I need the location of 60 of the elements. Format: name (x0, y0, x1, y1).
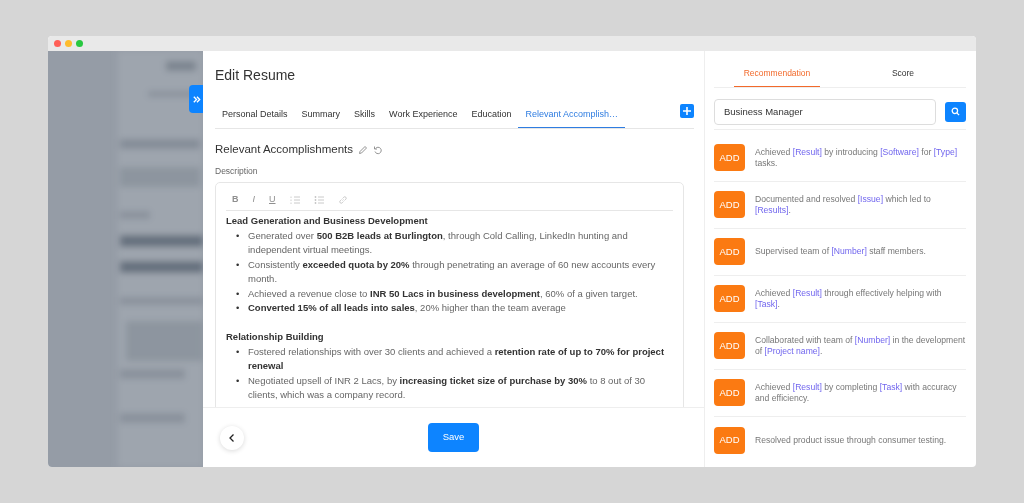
bullet-text: Achieved a revenue close to INR 50 Lacs in business development, 60% of a given target. (248, 286, 638, 301)
bullet-list-icon[interactable] (313, 194, 324, 205)
recommendation-text: Collaborated with team of [Number] in the development of [Project name]. (755, 334, 966, 357)
recommendation-text: Resolved product issue through consumer testing. (755, 434, 947, 446)
ordered-list-icon[interactable] (289, 194, 300, 205)
bullet-text: Generated over 500 B2B leads at Burlington, through Cold Calling, LinkedIn hunting and independent virtual meetings. (248, 228, 629, 257)
recommendation-text: Achieved [Result] through effectively helping with [Task]. (755, 287, 943, 310)
save-button[interactable]: Save (428, 423, 479, 452)
bullet-mark: • (236, 301, 241, 315)
section-heading: Relationship Building (226, 330, 325, 344)
expand-button[interactable] (189, 85, 203, 113)
tab[interactable]: Relevant Accomplish… (518, 107, 625, 128)
maximize-dot[interactable] (76, 40, 83, 47)
double-chevron-icon (191, 94, 201, 104)
add-button[interactable]: ADD (714, 238, 745, 266)
italic-button[interactable]: I (252, 195, 255, 204)
tab[interactable]: Summary (294, 107, 348, 128)
bullet-mark: • (236, 344, 241, 359)
add-button[interactable]: ADD (714, 426, 745, 454)
bullet-mark: • (236, 257, 241, 272)
link-icon[interactable] (337, 194, 348, 205)
section-heading: Lead Generation and Business Development (226, 214, 429, 228)
tab[interactable]: Skills (347, 107, 383, 128)
add-button[interactable]: ADD (714, 379, 745, 407)
page-title: Edit Resume (215, 66, 297, 84)
recommendation-text: Achieved [Result] by introducing [Software] for [Type] tasks. (755, 146, 959, 169)
add-button[interactable]: ADD (714, 191, 745, 219)
bullet-mark: • (236, 228, 241, 243)
bullet-mark: • (236, 286, 241, 301)
tab[interactable]: Recommendation (714, 59, 840, 87)
add-button[interactable]: ADD (714, 332, 745, 360)
tab[interactable]: Personal Details (215, 107, 295, 128)
minimize-dot[interactable] (65, 40, 72, 47)
tab[interactable]: Score (840, 59, 966, 87)
recommendation-text: Achieved [Result] by completing [Task] with accuracy and efficiency. (755, 381, 958, 404)
bullet-mark: • (236, 373, 241, 388)
tab[interactable]: Education (464, 107, 519, 128)
add-button[interactable]: ADD (714, 144, 745, 172)
field-label: Description (215, 165, 259, 178)
bold-button[interactable]: B (232, 195, 239, 204)
recommendation-text: Documented and resolved [Issue] which led to [Results]. (755, 193, 932, 216)
search-field[interactable]: Business Manager (714, 98, 936, 125)
edit-icon[interactable] (358, 144, 369, 155)
plus-icon (682, 106, 692, 116)
add-section-button[interactable] (680, 104, 694, 118)
chevron-left-icon (228, 432, 236, 443)
recommendation-text: Supervised team of [Number] staff members. (755, 246, 926, 258)
description-editor[interactable] (215, 182, 684, 407)
close-dot[interactable] (54, 40, 61, 47)
tab[interactable]: Work Experience (382, 107, 465, 128)
back-button[interactable] (220, 425, 244, 450)
underline-button[interactable]: U (269, 195, 276, 204)
search-icon (951, 107, 960, 117)
undo-icon[interactable] (373, 144, 384, 155)
bullet-text: Converted 15% of all leads into sales, 20% higher than the team average (248, 301, 566, 315)
search-button[interactable] (945, 101, 966, 122)
bullet-text: Negotiated upsell of INR 2 Lacs, by increasing ticket size of purchase by 30% to 8 out of 30 clients, which was a company record. (248, 373, 647, 402)
section-title: Relevant Accomplishments (215, 142, 354, 157)
add-button[interactable]: ADD (714, 285, 745, 313)
bullet-text: Consistently exceeded quota by 20% through penetrating an average of 60 new accounts every month. (248, 257, 657, 286)
